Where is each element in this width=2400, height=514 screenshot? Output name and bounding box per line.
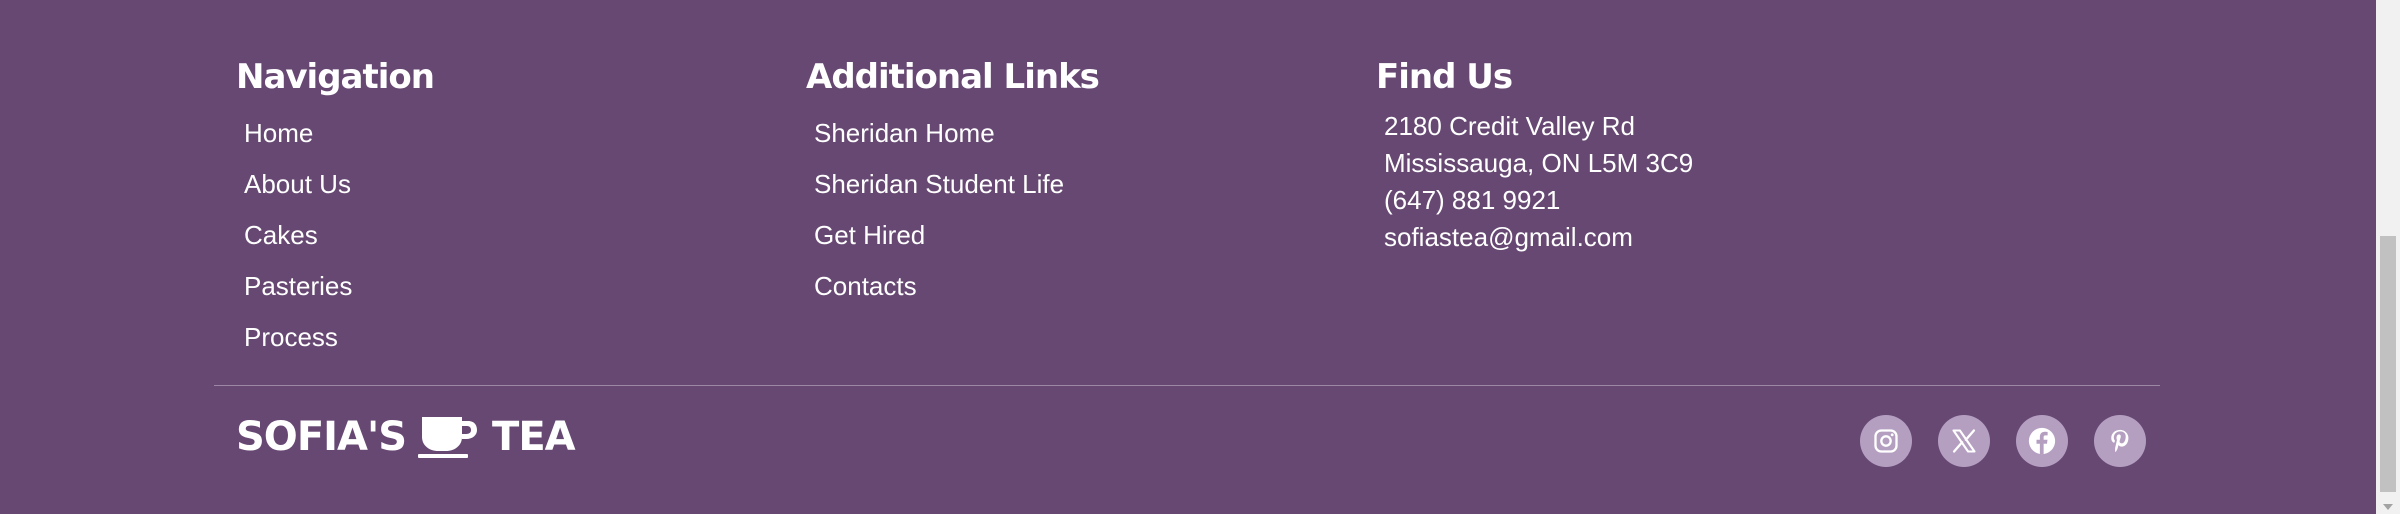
nav-link-about-us[interactable]: About Us <box>244 159 434 210</box>
brand-name-right: TEA <box>492 414 576 460</box>
link-get-hired[interactable]: Get Hired <box>814 210 1099 261</box>
pinterest-link[interactable] <box>2094 415 2146 467</box>
address-line-2: Mississauga, ON L5M 3C9 <box>1384 148 1694 178</box>
navigation-list: Home About Us Cakes Pasteries Process <box>236 108 434 363</box>
vertical-scrollbar[interactable] <box>2376 0 2400 514</box>
email-address: sofiastea@gmail.com <box>1384 222 1633 252</box>
link-contacts[interactable]: Contacts <box>814 261 1099 312</box>
facebook-icon <box>2028 427 2056 455</box>
address-line-1: 2180 Credit Valley Rd <box>1384 111 1635 141</box>
find-us-column: Find Us 2180 Credit Valley Rd Mississaug… <box>1376 52 1693 256</box>
find-us-heading: Find Us <box>1376 57 1513 97</box>
site-footer: Navigation Home About Us Cakes Pasteries… <box>0 0 2376 514</box>
instagram-link[interactable] <box>1860 415 1912 467</box>
instagram-icon <box>1874 429 1898 453</box>
nav-link-cakes[interactable]: Cakes <box>244 210 434 261</box>
facebook-link[interactable] <box>2016 415 2068 467</box>
nav-link-home[interactable]: Home <box>244 108 434 159</box>
x-twitter-link[interactable] <box>1938 415 1990 467</box>
brand-logo[interactable]: SOFIA'S TEA <box>236 414 576 460</box>
additional-links-list: Sheridan Home Sheridan Student Life Get … <box>806 108 1099 312</box>
footer-divider <box>214 385 2160 386</box>
nav-link-process[interactable]: Process <box>244 312 434 363</box>
link-sheridan-student-life[interactable]: Sheridan Student Life <box>814 159 1099 210</box>
scrollbar-thumb[interactable] <box>2380 236 2396 492</box>
additional-links-heading: Additional Links <box>806 57 1100 97</box>
x-twitter-icon <box>1952 429 1976 453</box>
navigation-heading: Navigation <box>236 57 435 97</box>
phone-number: (647) 881 9921 <box>1384 185 1561 215</box>
navigation-column: Navigation Home About Us Cakes Pasteries… <box>236 52 435 363</box>
brand-name-left: SOFIA'S <box>236 414 407 460</box>
nav-link-pasteries[interactable]: Pasteries <box>244 261 434 312</box>
link-sheridan-home[interactable]: Sheridan Home <box>814 108 1099 159</box>
additional-links-column: Additional Links Sheridan Home Sheridan … <box>806 52 1100 312</box>
social-links <box>1860 415 2172 467</box>
tea-cup-icon <box>418 415 480 459</box>
scroll-down-arrow-icon[interactable] <box>2383 504 2393 510</box>
pinterest-icon <box>2111 429 2129 452</box>
contact-info: 2180 Credit Valley Rd Mississauga, ON L5… <box>1376 108 1693 256</box>
